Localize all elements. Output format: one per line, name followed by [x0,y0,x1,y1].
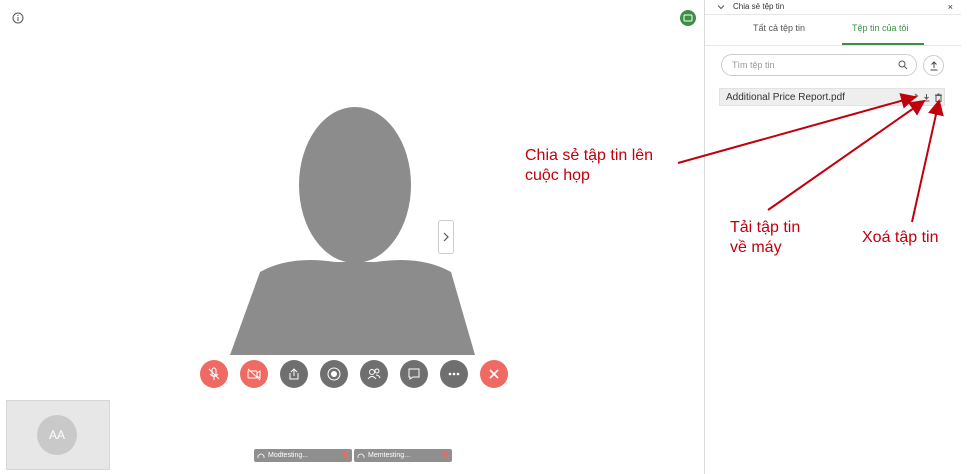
call-controls [200,360,508,388]
annotation-download: Tải tập tin về máy [730,218,800,258]
upload-button[interactable] [923,55,944,76]
more-button[interactable] [440,360,468,388]
tab-my-files[interactable]: Tệp tin của tôi [852,23,909,33]
mic-off-icon [342,451,349,460]
mic-toggle-button[interactable] [200,360,228,388]
annotation-line: cuộc họp [525,167,590,184]
file-name: Additional Price Report.pdf [726,92,845,103]
camera-toggle-button[interactable] [240,360,268,388]
participants-icon [367,368,381,380]
headset-icon [257,453,265,458]
annotation-share: Chia sẻ tập tin lên cuộc họp [525,146,653,186]
end-call-icon [489,369,499,379]
end-call-button[interactable] [480,360,508,388]
chat-button[interactable] [400,360,428,388]
self-view-tile[interactable]: AA [6,400,110,470]
record-icon [327,367,341,381]
panel-header: Chia sẻ tệp tin × [705,0,961,14]
active-tab-indicator [842,43,924,45]
avatar: AA [37,415,77,455]
upload-icon [930,60,937,70]
annotation-line: Chia sẻ tập tin lên [525,147,654,164]
search-input[interactable] [730,59,894,71]
chevron-down-icon[interactable] [717,3,725,11]
annotation-line: về máy [730,239,782,256]
participant-tag[interactable]: Modtesting... [254,449,352,462]
mic-off-icon [442,451,449,460]
mic-off-icon [208,367,220,380]
download-icon[interactable] [922,93,931,102]
trash-icon[interactable] [934,93,943,102]
chat-bubble-icon [408,368,420,380]
panel-title: Chia sẻ tệp tin [733,2,785,11]
video-area: AA Modtesting... Memtesting... [0,0,704,474]
tab-bar: Tất cả tệp tin Tệp tin của tôi [705,14,961,46]
camera-off-icon [247,368,261,381]
participant-tag[interactable]: Memtesting... [354,449,452,462]
close-icon[interactable]: × [948,0,953,14]
participant-name: Modtesting... [268,452,309,459]
participants-button[interactable] [360,360,388,388]
share-file-icon[interactable] [910,93,919,102]
record-button[interactable] [320,360,348,388]
annotation-delete: Xoá tập tin [862,228,939,248]
annotation-line: Xoá tập tin [862,229,939,246]
next-page-button[interactable] [438,220,454,254]
more-icon [448,372,460,376]
share-screen-button[interactable] [280,360,308,388]
share-screen-icon [289,368,299,380]
tab-all-files[interactable]: Tất cả tệp tin [753,23,805,33]
annotation-line: Tải tập tin [730,219,801,236]
participant-name: Memtesting... [368,452,411,459]
chevron-right-icon [443,232,449,242]
file-item[interactable]: Additional Price Report.pdf [719,88,945,106]
search-icon[interactable] [898,60,908,70]
headset-icon [357,453,365,458]
search-box [721,54,917,76]
